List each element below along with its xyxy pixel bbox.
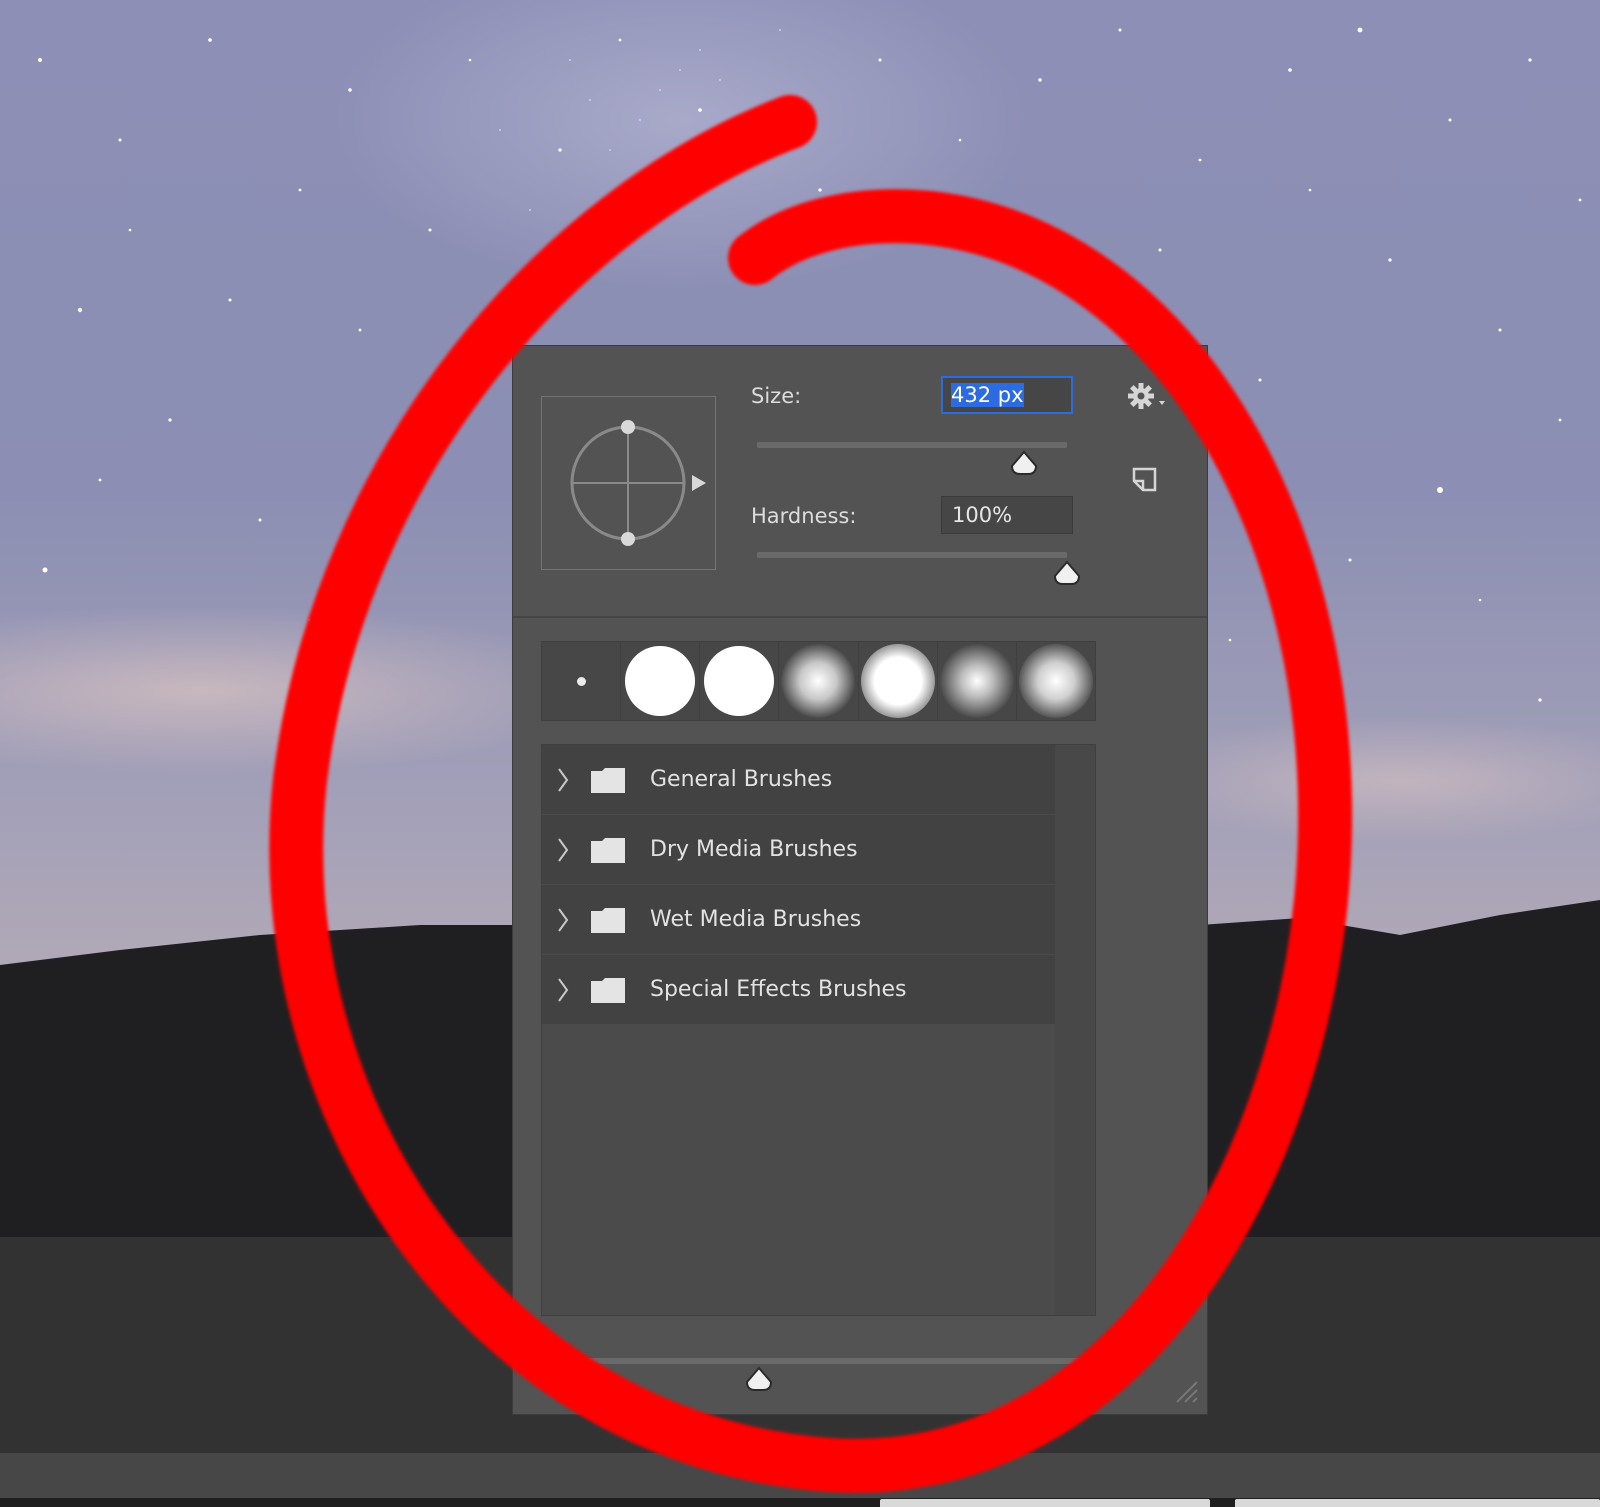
brush-tip-hard-round[interactable]	[621, 642, 701, 720]
preview-size-slider[interactable]	[561, 1358, 1081, 1364]
resize-grip-icon[interactable]	[1173, 1378, 1199, 1404]
folder-icon	[591, 838, 625, 863]
brush-tip-soft-round[interactable]	[779, 642, 859, 720]
folder-icon	[591, 908, 625, 933]
brush-tip-soft-round-medium[interactable]	[859, 642, 938, 720]
folder-icon	[591, 768, 625, 793]
size-slider-thumb[interactable]	[1010, 450, 1038, 476]
hardness-input[interactable]: 100%	[941, 496, 1073, 534]
folder-label: General Brushes	[650, 767, 833, 792]
new-preset-icon[interactable]	[1131, 466, 1159, 494]
folder-row-dry-media-brushes[interactable]: Dry Media Brushes	[542, 815, 1055, 885]
folder-row-wet-media-brushes[interactable]: Wet Media Brushes	[542, 885, 1055, 955]
size-slider[interactable]	[757, 442, 1067, 448]
folder-label: Dry Media Brushes	[650, 837, 858, 862]
brush-angle-roundness-icon	[570, 420, 706, 546]
brush-tip-hard-round-large[interactable]	[700, 642, 780, 720]
taskbar-tab[interactable]	[880, 1499, 1210, 1507]
list-scrollbar[interactable]	[1055, 745, 1095, 1315]
brush-tip-soft-round-large[interactable]	[938, 642, 1017, 720]
brush-tip-tiny-hard-round[interactable]	[542, 642, 622, 720]
gear-icon[interactable]	[1127, 382, 1171, 412]
folder-row-general-brushes[interactable]: General Brushes	[542, 745, 1055, 815]
size-input[interactable]: 432 px	[941, 376, 1073, 414]
brush-tip-preview[interactable]	[541, 396, 716, 570]
brush-folder-list: General Brushes Dry Media Brushes Wet Me…	[541, 744, 1096, 1316]
hardness-label: Hardness:	[751, 504, 857, 528]
chevron-right-icon[interactable]	[556, 977, 570, 1003]
folder-label: Wet Media Brushes	[650, 907, 862, 932]
folder-label: Special Effects Brushes	[650, 977, 907, 1002]
brush-preset-picker: Size: 432 px Hardness: 100% General Brus…	[512, 345, 1208, 1415]
chevron-right-icon[interactable]	[556, 907, 570, 933]
chevron-right-icon[interactable]	[556, 837, 570, 863]
preview-size-slider-thumb[interactable]	[745, 1366, 773, 1392]
recent-brush-tips	[541, 641, 1096, 721]
divider	[513, 616, 1207, 618]
size-label: Size:	[751, 384, 802, 408]
chevron-right-icon[interactable]	[556, 767, 570, 793]
brush-tip-soft-round-xlarge[interactable]	[1017, 642, 1095, 720]
folder-icon	[591, 978, 625, 1003]
folder-row-special-effects-brushes[interactable]: Special Effects Brushes	[542, 955, 1055, 1025]
hardness-slider[interactable]	[757, 552, 1067, 558]
hardness-slider-thumb[interactable]	[1053, 560, 1081, 586]
taskbar-tab[interactable]	[1235, 1499, 1600, 1507]
